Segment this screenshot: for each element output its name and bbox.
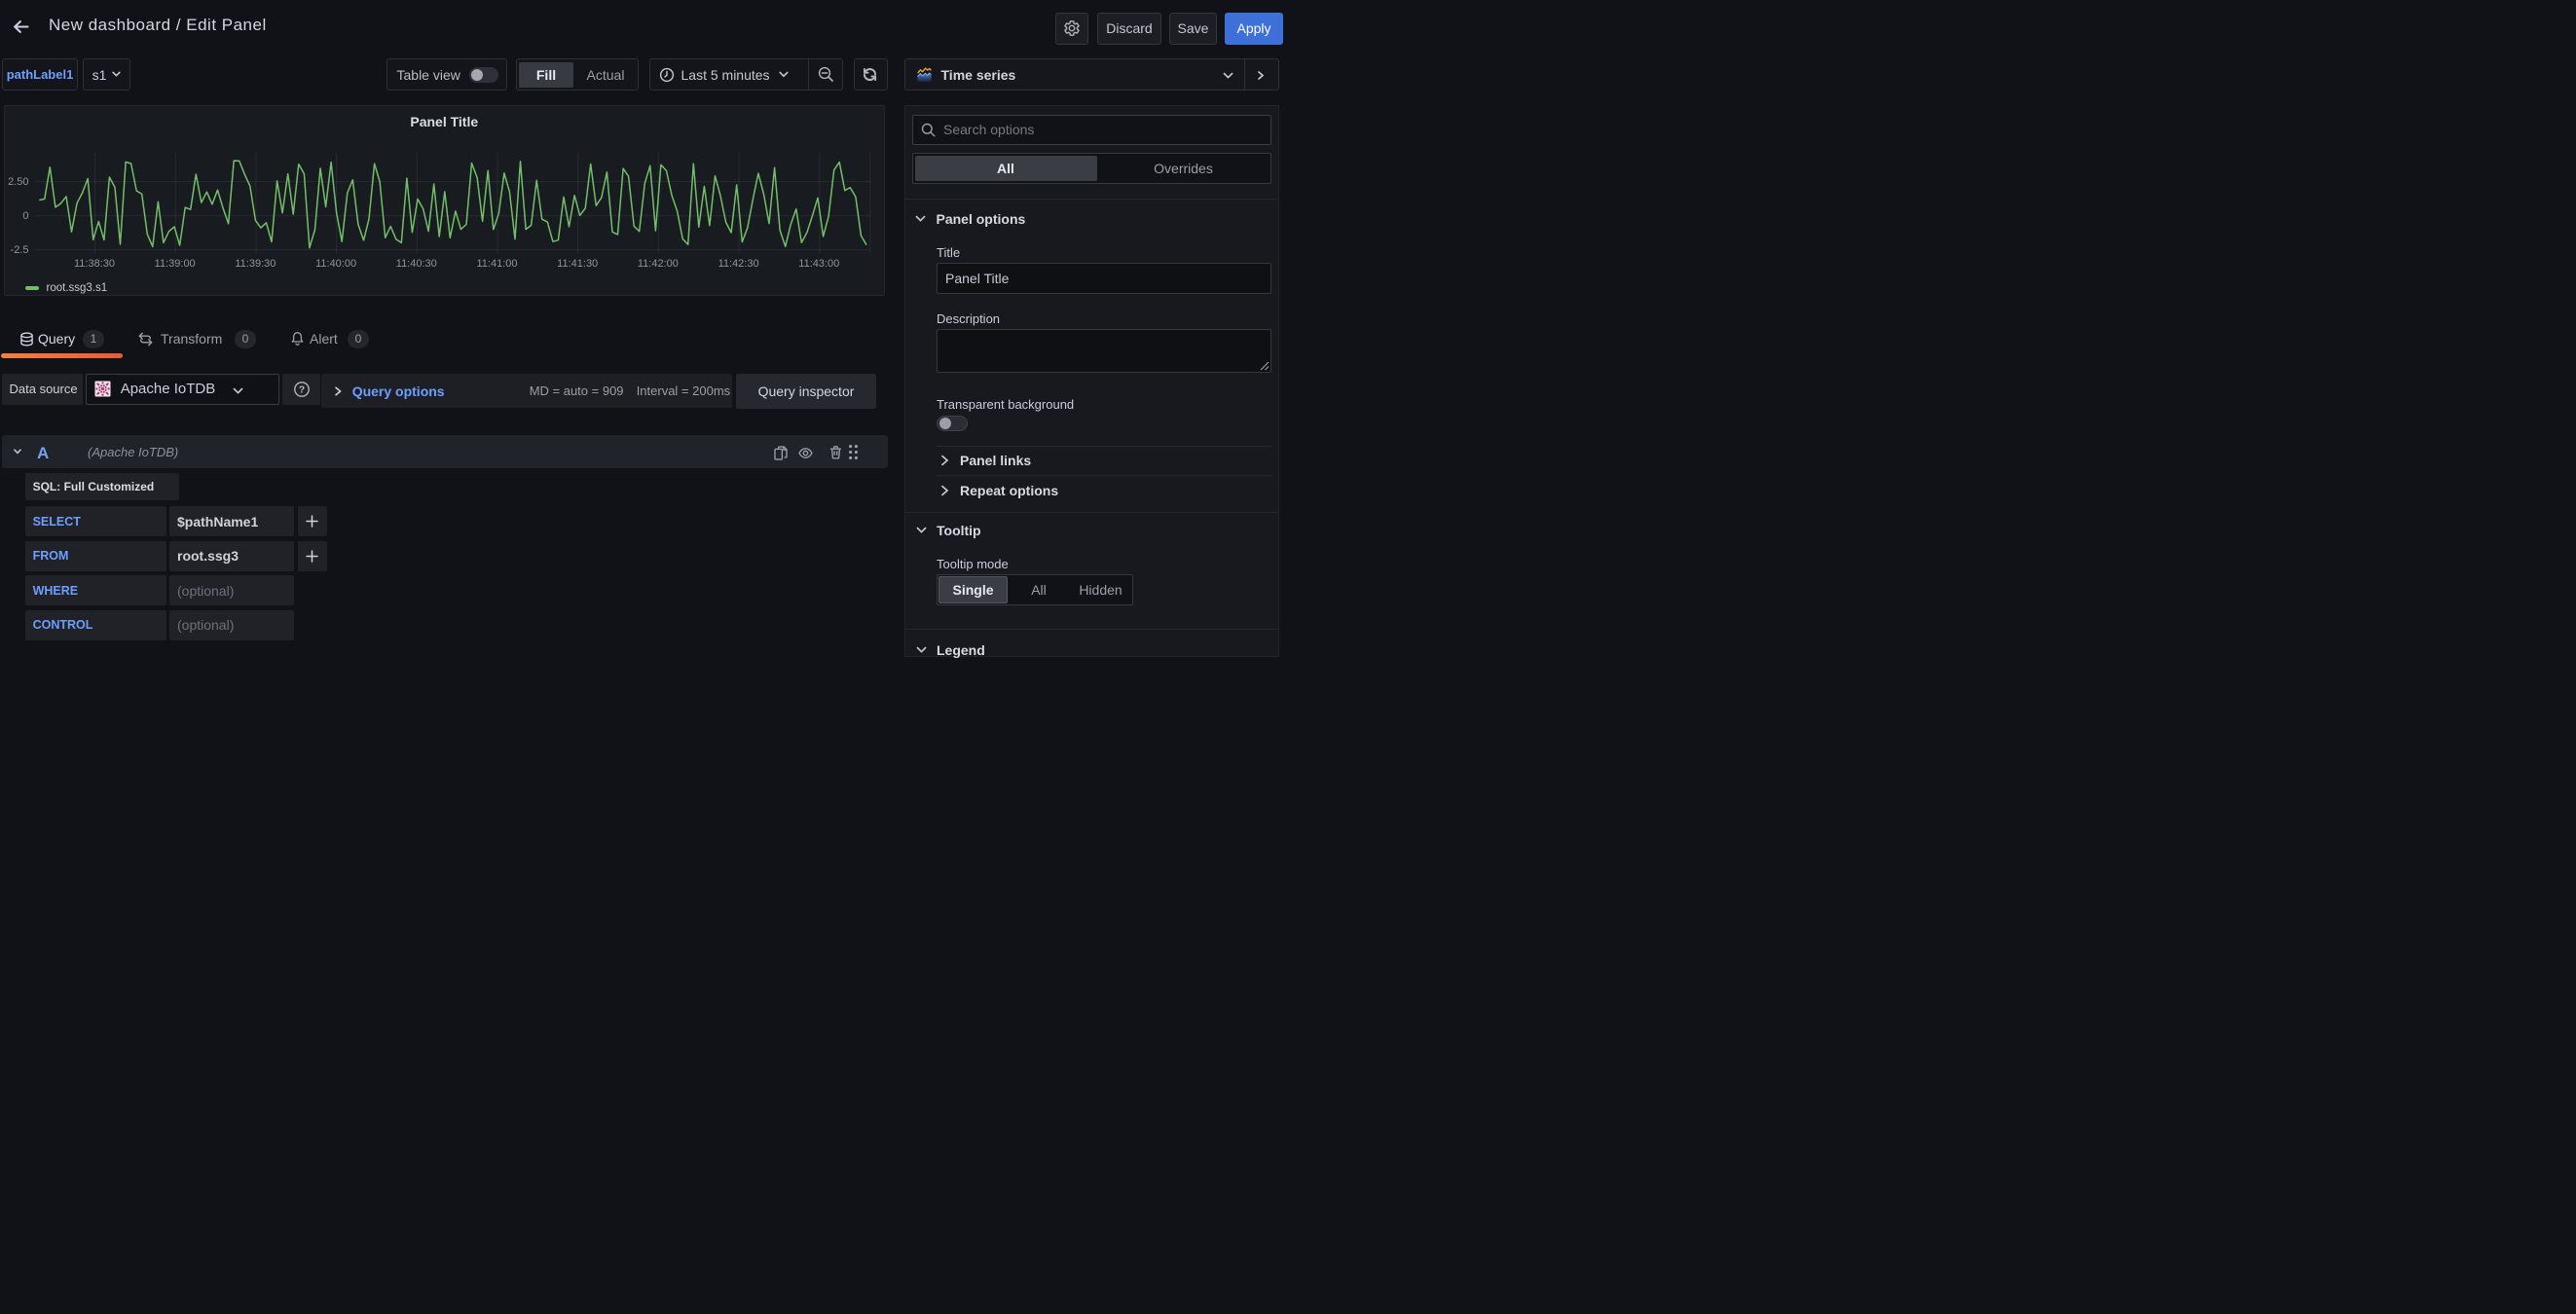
svg-text:?: ? bbox=[298, 383, 304, 395]
